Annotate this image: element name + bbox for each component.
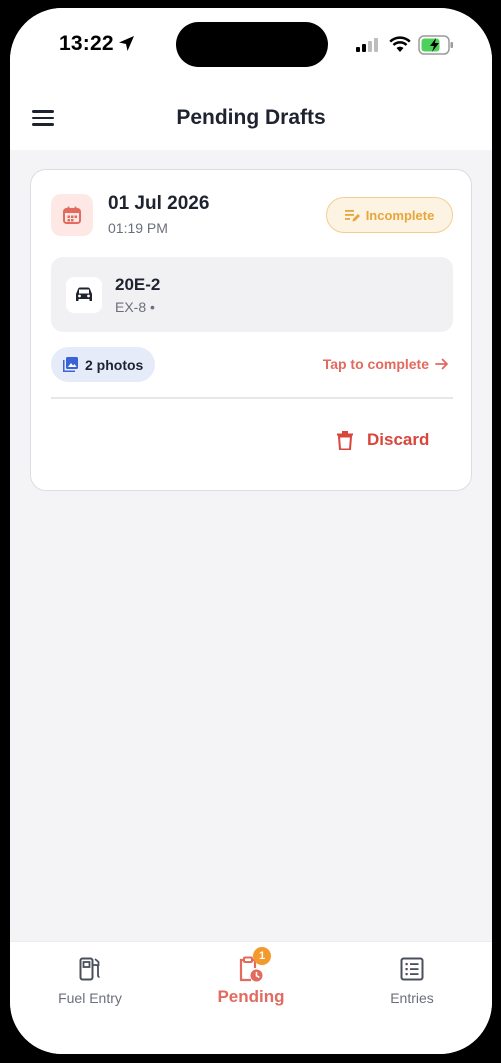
nav-item-fuel-entry[interactable]: Fuel Entry [10,942,170,1022]
nav-item-pending[interactable]: 1 Pending [171,942,331,1022]
dynamic-island [176,22,328,67]
draft-time: 01:19 PM [108,220,168,236]
status-bar: 13:22 [10,8,492,88]
vehicle-panel: 20E-2 EX-8 • [51,257,453,332]
app-header: Pending Drafts [10,88,492,150]
edit-list-icon [344,209,360,221]
nav-label-fuel-entry: Fuel Entry [58,990,122,1006]
tap-to-complete-link[interactable]: Tap to complete [323,356,449,372]
location-arrow-icon [119,36,134,51]
draft-card[interactable]: 01 Jul 2026 01:19 PM Incomplete 20E-2 EX… [30,169,472,491]
vehicle-name: 20E-2 [115,275,161,294]
draft-date: 01 Jul 2026 [108,193,210,214]
list-icon [400,957,424,981]
arrow-right-icon [435,358,448,370]
nav-label-entries: Entries [390,990,434,1006]
trash-icon [337,430,353,450]
battery-charging-icon [418,35,453,55]
pending-count-badge: 1 [253,947,271,965]
vehicle-subtitle: EX-8 • [115,299,155,315]
status-badge: Incomplete [326,197,453,233]
cellular-signal-icon [356,38,378,52]
nav-item-entries[interactable]: Entries [332,942,492,1022]
photos-label: 2 photos [85,356,144,373]
nav-label-pending: Pending [217,987,285,1006]
tap-to-complete-label: Tap to complete [322,356,429,372]
wifi-icon [389,36,411,52]
photos-chip[interactable]: 2 photos [51,347,156,382]
status-badge-label: Incomplete [365,207,435,223]
bottom-nav: Fuel Entry 1 Pending Entries [10,941,492,1054]
discard-label: Discard [367,430,430,449]
fuel-pump-icon [79,957,100,981]
photo-gallery-icon [63,357,78,372]
discard-button[interactable]: Discard [337,430,429,450]
calendar-icon [51,194,93,236]
page-title: Pending Drafts [176,106,326,129]
status-time: 13:22 [59,32,114,55]
phone-screen: 13:22 Pending Drafts 01 Jul 2026 01:19 P… [10,8,492,1054]
car-icon [66,277,102,313]
card-divider [51,397,453,399]
